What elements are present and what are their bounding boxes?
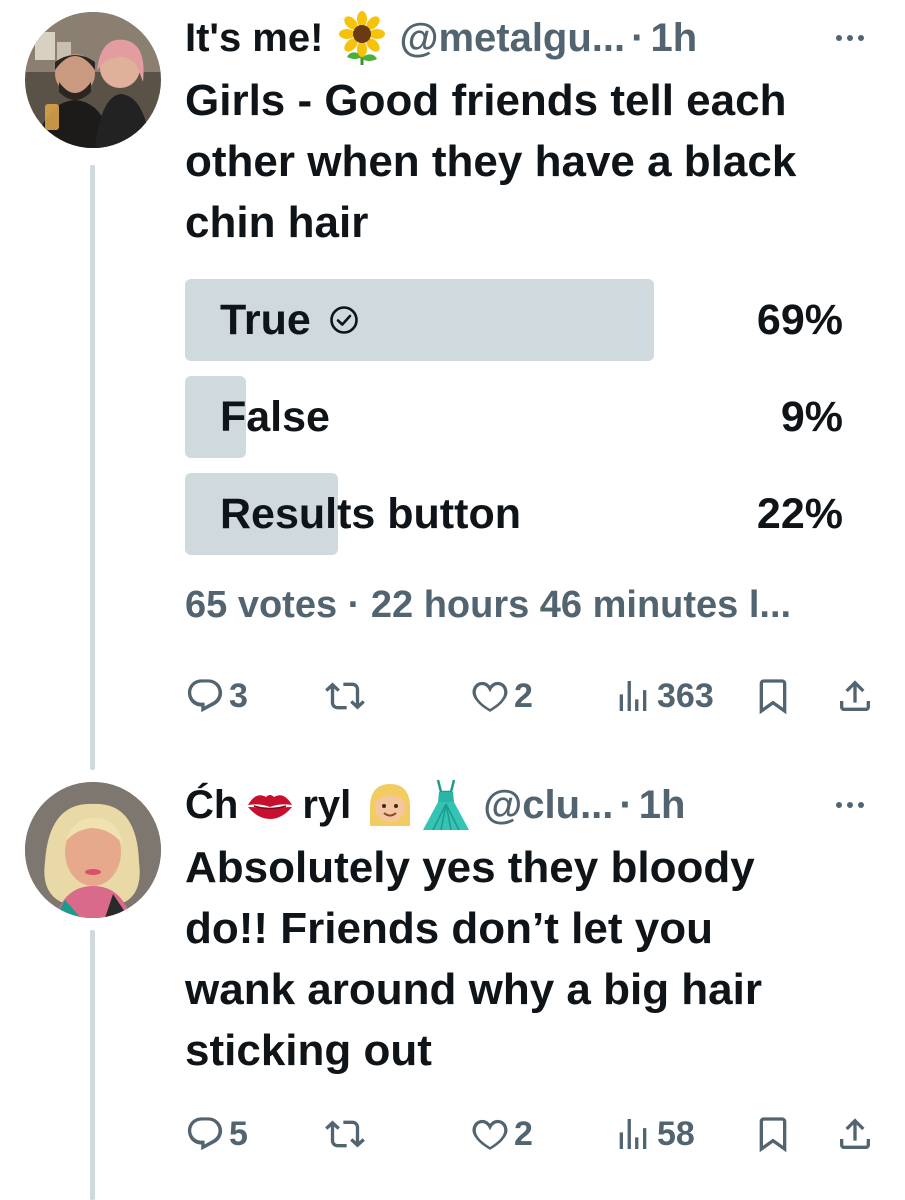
share-icon <box>835 676 875 716</box>
share-button[interactable] <box>835 1109 875 1159</box>
tweet-text-line: Absolutely yes they bloody <box>185 843 755 892</box>
poll-option-percent: 22% <box>756 489 843 538</box>
dress-icon <box>421 778 471 832</box>
retweet-button[interactable] <box>325 1109 365 1159</box>
share-icon <box>835 1114 875 1154</box>
like-count: 2 <box>514 676 533 715</box>
views-icon <box>613 1114 653 1154</box>
like-button[interactable]: 2 <box>470 1109 533 1159</box>
blonde-woman-icon <box>365 780 415 830</box>
reply-count: 5 <box>229 1114 248 1153</box>
like-button[interactable]: 2 <box>470 671 533 721</box>
retweet-button[interactable] <box>325 671 365 721</box>
views-icon <box>613 676 653 716</box>
tweet-1[interactable]: It's me! @metalgu... · 1h Girls - Good f… <box>0 0 905 760</box>
display-name[interactable]: It's me! <box>185 8 323 68</box>
bookmark-button[interactable] <box>753 1109 793 1159</box>
bookmark-button[interactable] <box>753 671 793 721</box>
reply-icon <box>185 676 225 716</box>
action-bar: 5 2 58 <box>185 1109 880 1159</box>
reply-button[interactable]: 5 <box>185 1109 248 1159</box>
like-count: 2 <box>514 1114 533 1153</box>
tweet-text-line: other when they have a black <box>185 137 797 186</box>
display-name-part[interactable]: ryl <box>302 775 351 835</box>
heart-icon <box>470 1114 510 1154</box>
bookmark-icon <box>753 1114 793 1154</box>
check-circle-icon <box>329 305 359 335</box>
tweet-text: Girls - Good friends tell each other whe… <box>185 70 875 253</box>
avatar[interactable] <box>25 12 161 148</box>
views-button[interactable]: 58 <box>613 1109 695 1159</box>
reply-icon <box>185 1114 225 1154</box>
tweet-text-line: chin hair <box>185 198 369 247</box>
more-options-icon[interactable] <box>825 785 875 825</box>
views-button[interactable]: 363 <box>613 671 714 721</box>
poll-option-true[interactable]: True 69% <box>185 279 865 361</box>
separator: · <box>631 16 645 60</box>
sunflower-icon <box>337 11 387 65</box>
avatar[interactable] <box>25 782 161 918</box>
tweet-text-line: wank around why a big hair <box>185 965 762 1014</box>
reply-count: 3 <box>229 676 248 715</box>
tweet-header: Ćh ryl @clu... · 1h <box>185 775 875 835</box>
poll-option-label: False <box>220 392 330 441</box>
tweet-text: Absolutely yes they bloody do!! Friends … <box>185 837 875 1081</box>
more-options-icon[interactable] <box>825 18 875 58</box>
poll: True 69% False 9% Results button 22% <box>185 279 865 570</box>
poll-meta: 65 votes · 22 hours 46 minutes l... <box>185 584 792 626</box>
share-button[interactable] <box>835 671 875 721</box>
tweet-text-line: Girls - Good friends tell each <box>185 76 787 125</box>
poll-option-label: Results button <box>220 489 521 538</box>
action-bar: 3 2 363 <box>185 671 880 721</box>
poll-option-results[interactable]: Results button 22% <box>185 473 865 555</box>
poll-option-percent: 9% <box>780 392 843 441</box>
timestamp[interactable]: 1h <box>639 775 686 835</box>
tweet-text-line: do!! Friends don’t let you <box>185 904 713 953</box>
retweet-icon <box>325 1114 365 1154</box>
views-count: 363 <box>657 676 714 715</box>
timestamp[interactable]: 1h <box>650 8 697 68</box>
views-count: 58 <box>657 1114 695 1153</box>
handle[interactable]: @metalgu... <box>399 8 625 68</box>
tweet-header: It's me! @metalgu... · 1h <box>185 8 875 68</box>
bookmark-icon <box>753 676 793 716</box>
retweet-icon <box>325 676 365 716</box>
separator: · <box>619 783 633 827</box>
handle[interactable]: @clu... <box>483 775 613 835</box>
tweet-text-line: sticking out <box>185 1026 432 1075</box>
display-name-part[interactable]: Ćh <box>185 775 238 835</box>
heart-icon <box>470 676 510 716</box>
poll-option-label: True <box>220 295 311 344</box>
poll-option-percent: 69% <box>756 295 843 344</box>
poll-option-false[interactable]: False 9% <box>185 376 865 458</box>
kiss-mark-icon <box>244 785 296 825</box>
reply-button[interactable]: 3 <box>185 671 248 721</box>
tweet-2[interactable]: Ćh ryl @clu... · 1h Absolutely yes they … <box>0 770 905 1200</box>
